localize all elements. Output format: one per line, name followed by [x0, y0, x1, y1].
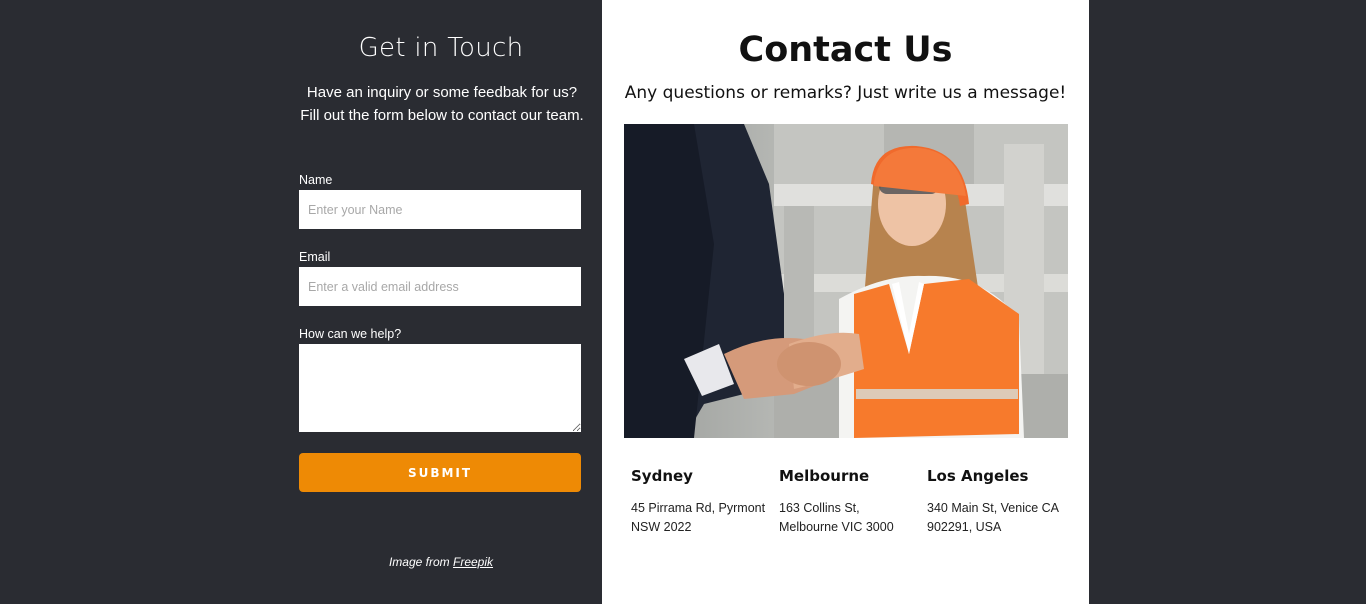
credit-prefix: Image from: [388, 555, 453, 569]
help-label: How can we help?: [299, 327, 402, 341]
office-address-line: 902291, USA: [927, 520, 1002, 534]
handshake-photo-illustration: [624, 124, 1068, 438]
office-address: 340 Main St, Venice CA 902291, USA: [927, 499, 1067, 537]
office-address-line: NSW 2022: [631, 520, 692, 534]
office-city: Sydney: [631, 467, 693, 485]
office-los-angeles: Los Angeles 340 Main St, Venice CA 90229…: [927, 467, 1067, 537]
contact-title: Contact Us: [738, 30, 953, 70]
name-label: Name: [299, 173, 333, 187]
office-address-line: 340 Main St, Venice CA: [927, 501, 1060, 515]
submit-button[interactable]: SUBMIT: [299, 453, 581, 492]
help-textarea[interactable]: [299, 344, 581, 432]
office-address-line: Melbourne VIC 3000: [779, 520, 894, 534]
image-credit: Image from Freepik: [280, 555, 602, 569]
office-city: Melbourne: [779, 467, 870, 485]
name-input[interactable]: [299, 190, 581, 229]
office-city: Los Angeles: [927, 467, 1029, 485]
office-address: 45 Pirrama Rd, Pyrmont NSW 2022: [631, 499, 771, 537]
contact-subtitle: Any questions or remarks? Just write us …: [624, 83, 1067, 103]
office-sydney: Sydney 45 Pirrama Rd, Pyrmont NSW 2022: [631, 467, 771, 537]
form-title: Get in Touch: [358, 33, 524, 63]
freepik-link[interactable]: Freepik: [453, 555, 493, 569]
form-intro: Have an inquiry or some feedbak for us? …: [300, 84, 584, 124]
office-address: 163 Collins St, Melbourne VIC 3000: [779, 499, 919, 537]
email-label: Email: [299, 250, 331, 264]
contact-form-panel: Get in Touch Have an inquiry or some fee…: [280, 0, 602, 604]
handshake-photo: [624, 124, 1068, 438]
office-melbourne: Melbourne 163 Collins St, Melbourne VIC …: [779, 467, 919, 537]
office-address-line: 45 Pirrama Rd, Pyrmont: [631, 501, 766, 515]
email-input[interactable]: [299, 267, 581, 306]
contact-info-panel: Contact Us Any questions or remarks? Jus…: [602, 0, 1089, 604]
office-address-line: 163 Collins St,: [779, 501, 860, 515]
